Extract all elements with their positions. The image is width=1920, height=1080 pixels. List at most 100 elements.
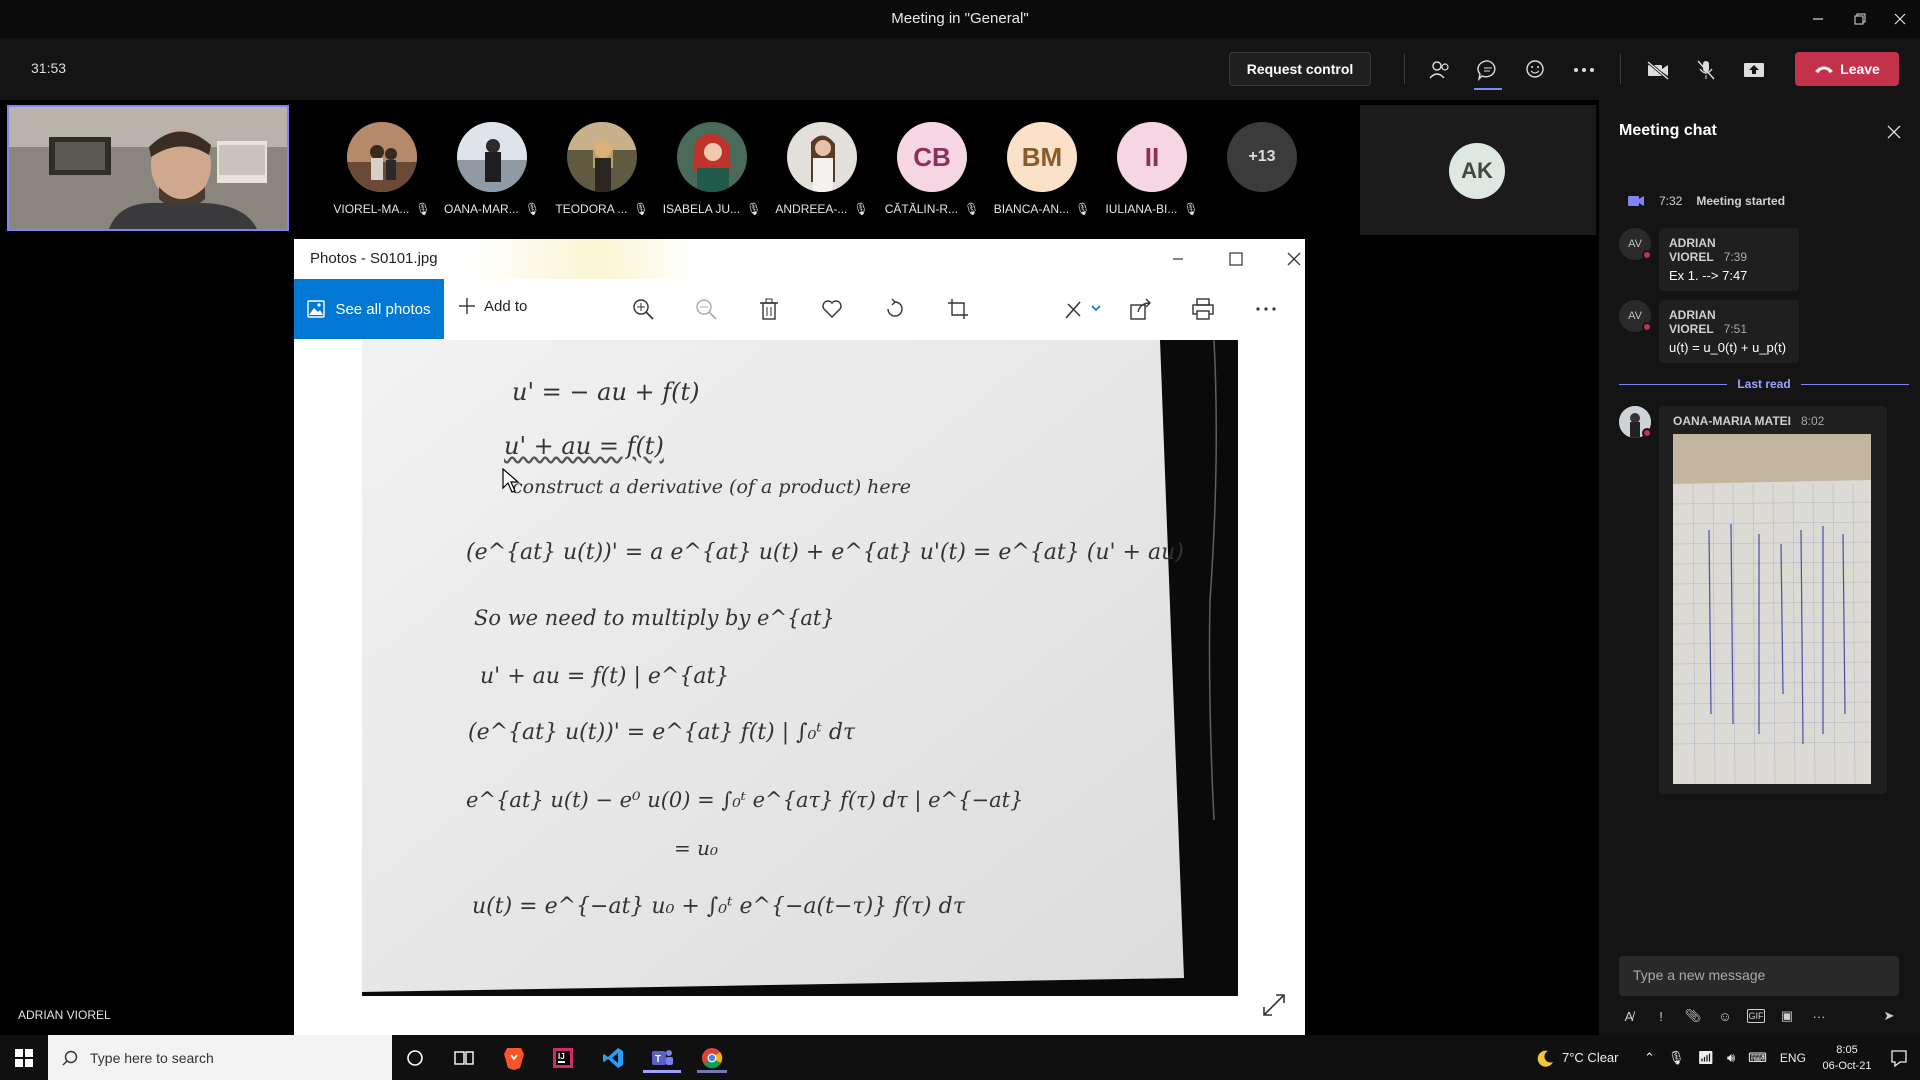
language-indicator[interactable]: ENG bbox=[1780, 1051, 1806, 1065]
taskbar-clock[interactable]: 8:05 06-Oct-21 bbox=[1812, 1042, 1882, 1074]
task-view-button[interactable] bbox=[449, 1043, 479, 1073]
share-icon bbox=[1130, 298, 1151, 320]
photos-minimize-button[interactable] bbox=[1158, 245, 1198, 273]
muted-mic-icon: 🎙︎ bbox=[853, 202, 869, 216]
intellij-app[interactable]: IJ bbox=[548, 1043, 578, 1073]
rotate-button[interactable] bbox=[881, 295, 909, 323]
shared-notes-photo[interactable] bbox=[1673, 434, 1871, 784]
overflow-participants[interactable]: +13 bbox=[1210, 122, 1314, 192]
cortana-button[interactable] bbox=[400, 1043, 430, 1073]
self-video-tile[interactable] bbox=[7, 105, 289, 231]
zoom-out-button[interactable] bbox=[692, 295, 720, 323]
participant-tile[interactable]: ISABELA JU... 🎙︎ bbox=[660, 122, 764, 216]
busy-status-icon bbox=[1642, 428, 1652, 438]
zoom-in-button[interactable] bbox=[629, 295, 657, 323]
participant-tile[interactable]: II IULIANA-BI... 🎙︎ bbox=[1100, 122, 1204, 216]
chat-photo-message[interactable]: OANA-MARIA MATEI 8:02 bbox=[1619, 406, 1887, 794]
participant-tile[interactable]: OANA-MAR... 🎙︎ bbox=[440, 122, 544, 216]
participant-tile[interactable]: VIOREL-MA... 🎙︎ bbox=[330, 122, 434, 216]
microphone-icon[interactable]: 🎙︎ bbox=[1668, 1050, 1685, 1066]
equation-line-1: u' = − au + f(t) bbox=[512, 378, 700, 406]
share-screen-button[interactable] bbox=[1740, 56, 1768, 84]
message-time: 7:51 bbox=[1723, 322, 1748, 336]
network-icon[interactable]: 📶︎ bbox=[1697, 1050, 1714, 1066]
participant-tile[interactable]: CB CĂTĂLIN-R... 🎙︎ bbox=[880, 122, 984, 216]
favorite-button[interactable] bbox=[818, 295, 846, 323]
participant-tile[interactable]: ANDREEA-... 🎙︎ bbox=[770, 122, 874, 216]
speaker-video-feed bbox=[9, 107, 287, 229]
chat-button[interactable] bbox=[1474, 56, 1502, 90]
sticker-icon[interactable]: ▣ bbox=[1777, 1006, 1797, 1026]
more-actions-button[interactable] bbox=[1570, 56, 1598, 84]
photos-app-window: Photos - S0101.jpg See all photos Add to bbox=[294, 239, 1305, 1035]
participant-tile[interactable]: TEODORA ... 🎙︎ bbox=[550, 122, 654, 216]
participant-name: ANDREEA-... 🎙︎ bbox=[775, 202, 869, 216]
leave-label: Leave bbox=[1840, 61, 1880, 77]
print-button[interactable] bbox=[1189, 295, 1217, 323]
busy-status-icon bbox=[1642, 250, 1652, 260]
important-button[interactable]: ! bbox=[1651, 1006, 1671, 1026]
svg-text:IJ: IJ bbox=[558, 1052, 565, 1061]
brave-browser-app[interactable] bbox=[499, 1043, 529, 1073]
message-compose-input[interactable]: Type a new message bbox=[1619, 956, 1899, 996]
more-options-icon[interactable]: ··· bbox=[1809, 1006, 1829, 1026]
crop-button[interactable] bbox=[944, 295, 972, 323]
vscode-app[interactable] bbox=[598, 1043, 628, 1073]
message-time: 7:39 bbox=[1723, 250, 1748, 264]
system-tray: ⌃ 🎙︎ 📶︎ 🔊︎ ⌨ ENG bbox=[1644, 1035, 1806, 1080]
share-button[interactable] bbox=[1127, 295, 1155, 323]
chevron-up-icon[interactable]: ⌃ bbox=[1644, 1050, 1655, 1066]
attach-icon[interactable]: 📎︎ bbox=[1683, 1006, 1703, 1026]
photos-maximize-button[interactable] bbox=[1216, 245, 1256, 273]
close-chat-button[interactable] bbox=[1882, 120, 1906, 144]
mic-toggle-button[interactable] bbox=[1692, 56, 1720, 84]
leave-button[interactable]: Leave bbox=[1795, 52, 1899, 86]
emoji-icon[interactable]: ☺ bbox=[1715, 1006, 1735, 1026]
participant-avatar bbox=[787, 122, 857, 192]
minimize-icon bbox=[1813, 18, 1823, 20]
participant-name: ISABELA JU... 🎙︎ bbox=[662, 202, 762, 216]
full-screen-button[interactable] bbox=[1260, 991, 1288, 1019]
send-button[interactable]: ➤ bbox=[1879, 1006, 1899, 1026]
spotlight-tile[interactable]: AK bbox=[1360, 105, 1596, 235]
notification-icon bbox=[1891, 1050, 1907, 1067]
current-speaker-name: ADRIAN VIOREL bbox=[18, 1008, 111, 1022]
keyboard-icon[interactable]: ⌨ bbox=[1748, 1050, 1767, 1066]
chat-message[interactable]: AV ADRIAN VIOREL 7:39 Ex 1. --> 7:47 bbox=[1619, 228, 1799, 291]
volume-icon[interactable]: 🔊︎ bbox=[1727, 1050, 1735, 1066]
message-author: OANA-MARIA MATEI bbox=[1673, 414, 1791, 428]
participant-tile[interactable]: BM BIANCA-AN... 🎙︎ bbox=[990, 122, 1094, 216]
edit-draw-button[interactable] bbox=[1062, 295, 1106, 323]
reactions-button[interactable] bbox=[1522, 56, 1550, 84]
close-window-button[interactable] bbox=[1880, 6, 1920, 32]
format-button[interactable]: A̸ bbox=[1619, 1006, 1639, 1026]
equation-line-6: u' + au = f(t) | e^{at} bbox=[480, 664, 730, 689]
vscode-icon bbox=[603, 1048, 623, 1068]
chat-message[interactable]: AV ADRIAN VIOREL 7:51 u(t) = u_0(t) + u_p… bbox=[1619, 300, 1799, 363]
chrome-app[interactable] bbox=[697, 1043, 727, 1073]
photos-close-button[interactable] bbox=[1274, 245, 1314, 273]
spotlight-avatar: AK bbox=[1449, 143, 1505, 199]
request-control-button[interactable]: Request control bbox=[1229, 52, 1371, 86]
teams-meeting-window: Meeting in "General" 31:53 Request contr… bbox=[0, 0, 1920, 1080]
teams-app[interactable]: T bbox=[643, 1043, 681, 1073]
taskbar-search-box[interactable]: Type here to search bbox=[48, 1035, 392, 1080]
more-icon bbox=[1256, 307, 1276, 311]
add-to-button[interactable]: Add to bbox=[458, 297, 527, 315]
restore-button[interactable] bbox=[1840, 6, 1880, 32]
author-avatar: AV bbox=[1619, 228, 1652, 260]
people-button[interactable] bbox=[1426, 56, 1454, 84]
equation-line-5: So we need to multiply by e^{at} bbox=[474, 606, 835, 630]
camera-toggle-button[interactable] bbox=[1644, 56, 1672, 84]
see-more-button[interactable] bbox=[1252, 295, 1280, 323]
notifications-button[interactable] bbox=[1884, 1043, 1914, 1073]
see-all-photos-button[interactable]: See all photos bbox=[294, 279, 444, 339]
gif-icon[interactable]: GIF bbox=[1747, 1009, 1765, 1023]
minimize-button[interactable] bbox=[1798, 6, 1838, 32]
weather-widget[interactable]: 7°C Clear bbox=[1536, 1035, 1619, 1080]
gallery-icon bbox=[307, 300, 326, 318]
delete-button[interactable] bbox=[755, 295, 783, 323]
crop-icon bbox=[948, 299, 968, 319]
start-button[interactable] bbox=[9, 1043, 39, 1073]
equation-line-9: = u₀ bbox=[674, 836, 719, 860]
